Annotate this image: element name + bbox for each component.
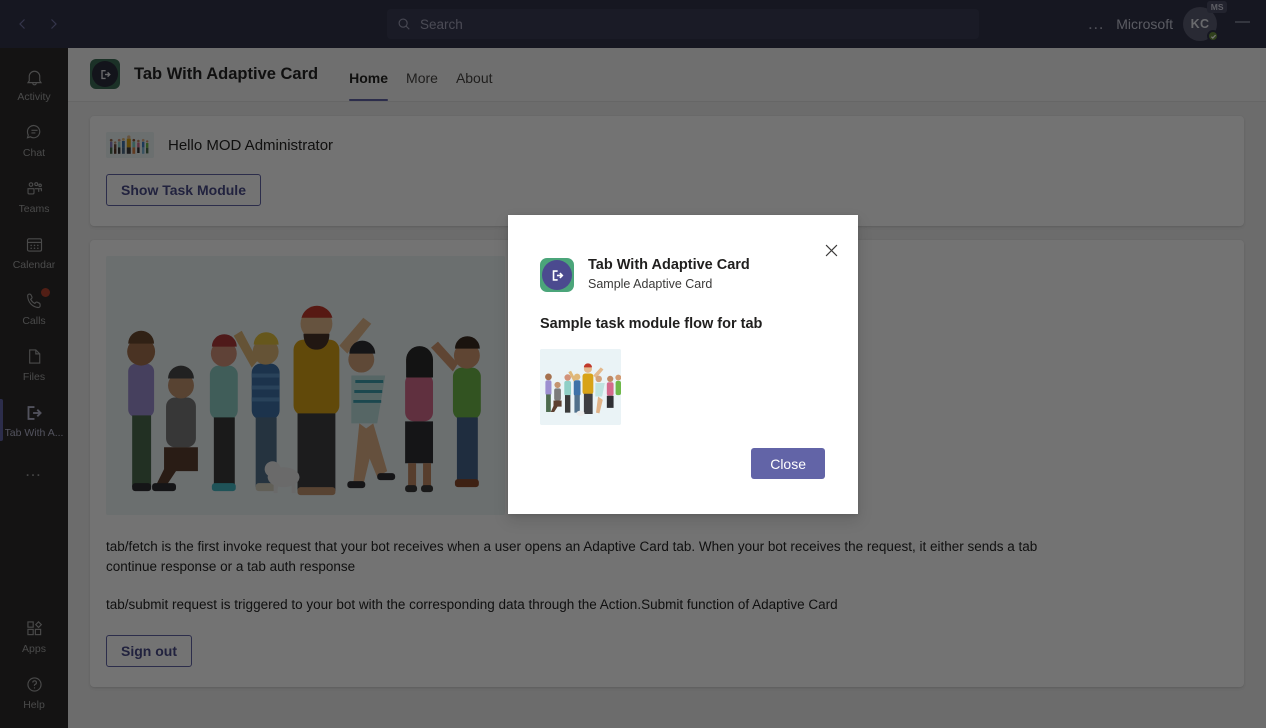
dialog-title-block: Tab With Adaptive Card Sample Adaptive C… bbox=[588, 257, 750, 293]
dialog-heading: Sample task module flow for tab bbox=[540, 316, 763, 332]
exit-arrow-icon bbox=[542, 260, 572, 290]
dialog-header: Tab With Adaptive Card Sample Adaptive C… bbox=[508, 215, 858, 293]
people-illustration-dialog bbox=[540, 349, 621, 425]
teams-window: Search … Microsoft KC MS — bbox=[0, 0, 1266, 728]
close-icon[interactable] bbox=[818, 237, 844, 263]
dialog-title: Tab With Adaptive Card bbox=[588, 257, 750, 273]
dialog-subtitle: Sample Adaptive Card bbox=[588, 277, 713, 291]
app-logo bbox=[540, 258, 574, 292]
close-button[interactable]: Close bbox=[751, 448, 825, 479]
task-module-dialog: Tab With Adaptive Card Sample Adaptive C… bbox=[508, 215, 858, 514]
